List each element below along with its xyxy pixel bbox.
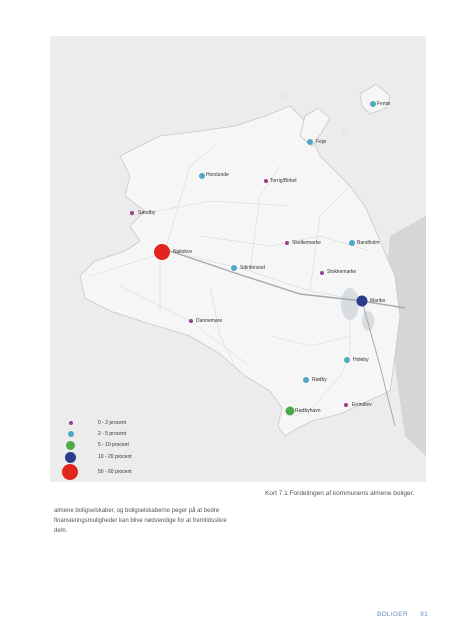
marker-fej-: [307, 139, 313, 145]
label-femo: Femø: [377, 101, 391, 107]
page-footer: BOLIGER 91: [377, 611, 428, 618]
marker-stokkemarke: [320, 271, 324, 275]
marker-torrig-birket: [264, 179, 268, 183]
legend-dot-50-60: [62, 464, 78, 480]
label-errindlev: Errindlev: [352, 402, 372, 408]
legend-row-50-60: 50 - 60 procent: [60, 464, 170, 480]
marker-nakskov: [154, 244, 170, 260]
label-bandholm: Bandholm: [357, 240, 380, 246]
marker-dannemare: [189, 319, 193, 323]
label-holeby: Holeby: [353, 357, 369, 363]
legend-row-0-2: 0 - 2 procent: [60, 418, 170, 428]
marker-skelkemarke: [285, 241, 289, 245]
label-torrig-birket: Torrig/Birket: [270, 178, 297, 184]
map-legend: 0 - 2 procent 2 - 5 procent 5 - 10 proce…: [60, 416, 170, 482]
municipality-map: Femø Fejø Horslunde Torrig/Birket Søndby…: [50, 36, 426, 482]
label-sdinforsiod: Sdinforsiod: [240, 265, 266, 271]
label-sondby: Søndby: [138, 210, 156, 216]
label-maribo: Maribo: [370, 298, 386, 304]
label-stokkemarke: Stokkemarke: [327, 269, 357, 275]
legend-row-5-10: 5 - 10 procent: [60, 440, 170, 450]
footer-section: BOLIGER: [376, 611, 408, 618]
map-caption: Kort 7.1 Fordelingen af kommunens almene…: [265, 490, 415, 497]
body-paragraph: almene boligselskaber, og boligselskaber…: [54, 508, 227, 534]
label-skelkemarke: Skelkemarke: [292, 240, 321, 246]
footer-page-number: 91: [420, 611, 428, 618]
legend-dot-10-20: [65, 452, 76, 463]
marker-holeby: [344, 357, 350, 363]
label-nakskov: Nakskov: [173, 249, 193, 255]
marker-s-ndby: [130, 211, 134, 215]
label-horslunde: Horslunde: [206, 172, 229, 178]
marker-fem-: [370, 101, 376, 107]
marker-errindlev: [344, 403, 348, 407]
legend-row-2-5: 2 - 5 procent: [60, 429, 170, 439]
marker-horslunde: [199, 173, 205, 179]
legend-row-10-20: 10 - 20 procent: [60, 452, 170, 463]
marker-sdinforsiod: [231, 265, 237, 271]
legend-label-2-5: 2 - 5 procent: [98, 431, 127, 437]
label-fejo: Fejø: [316, 139, 326, 145]
legend-dot-0-2: [69, 421, 73, 425]
marker-r-dbyhavn: [285, 406, 295, 416]
legend-label-0-2: 0 - 2 procent: [98, 420, 127, 426]
legend-label-50-60: 50 - 60 procent: [98, 469, 132, 475]
label-dannemare: Dannemare: [196, 318, 223, 324]
marker-r-dby: [303, 377, 309, 383]
marker-bandholm: [349, 240, 355, 246]
legend-label-5-10: 5 - 10 procent: [98, 442, 129, 448]
report-page: Femø Fejø Horslunde Torrig/Birket Søndby…: [0, 0, 453, 640]
label-rodby: Rødby: [312, 377, 327, 383]
label-rodbyhavn: Rødbyhavn: [295, 408, 321, 414]
legend-dot-5-10: [66, 441, 75, 450]
legend-label-10-20: 10 - 20 procent: [98, 454, 132, 460]
legend-dot-2-5: [68, 431, 74, 437]
marker-maribo: [356, 295, 368, 307]
